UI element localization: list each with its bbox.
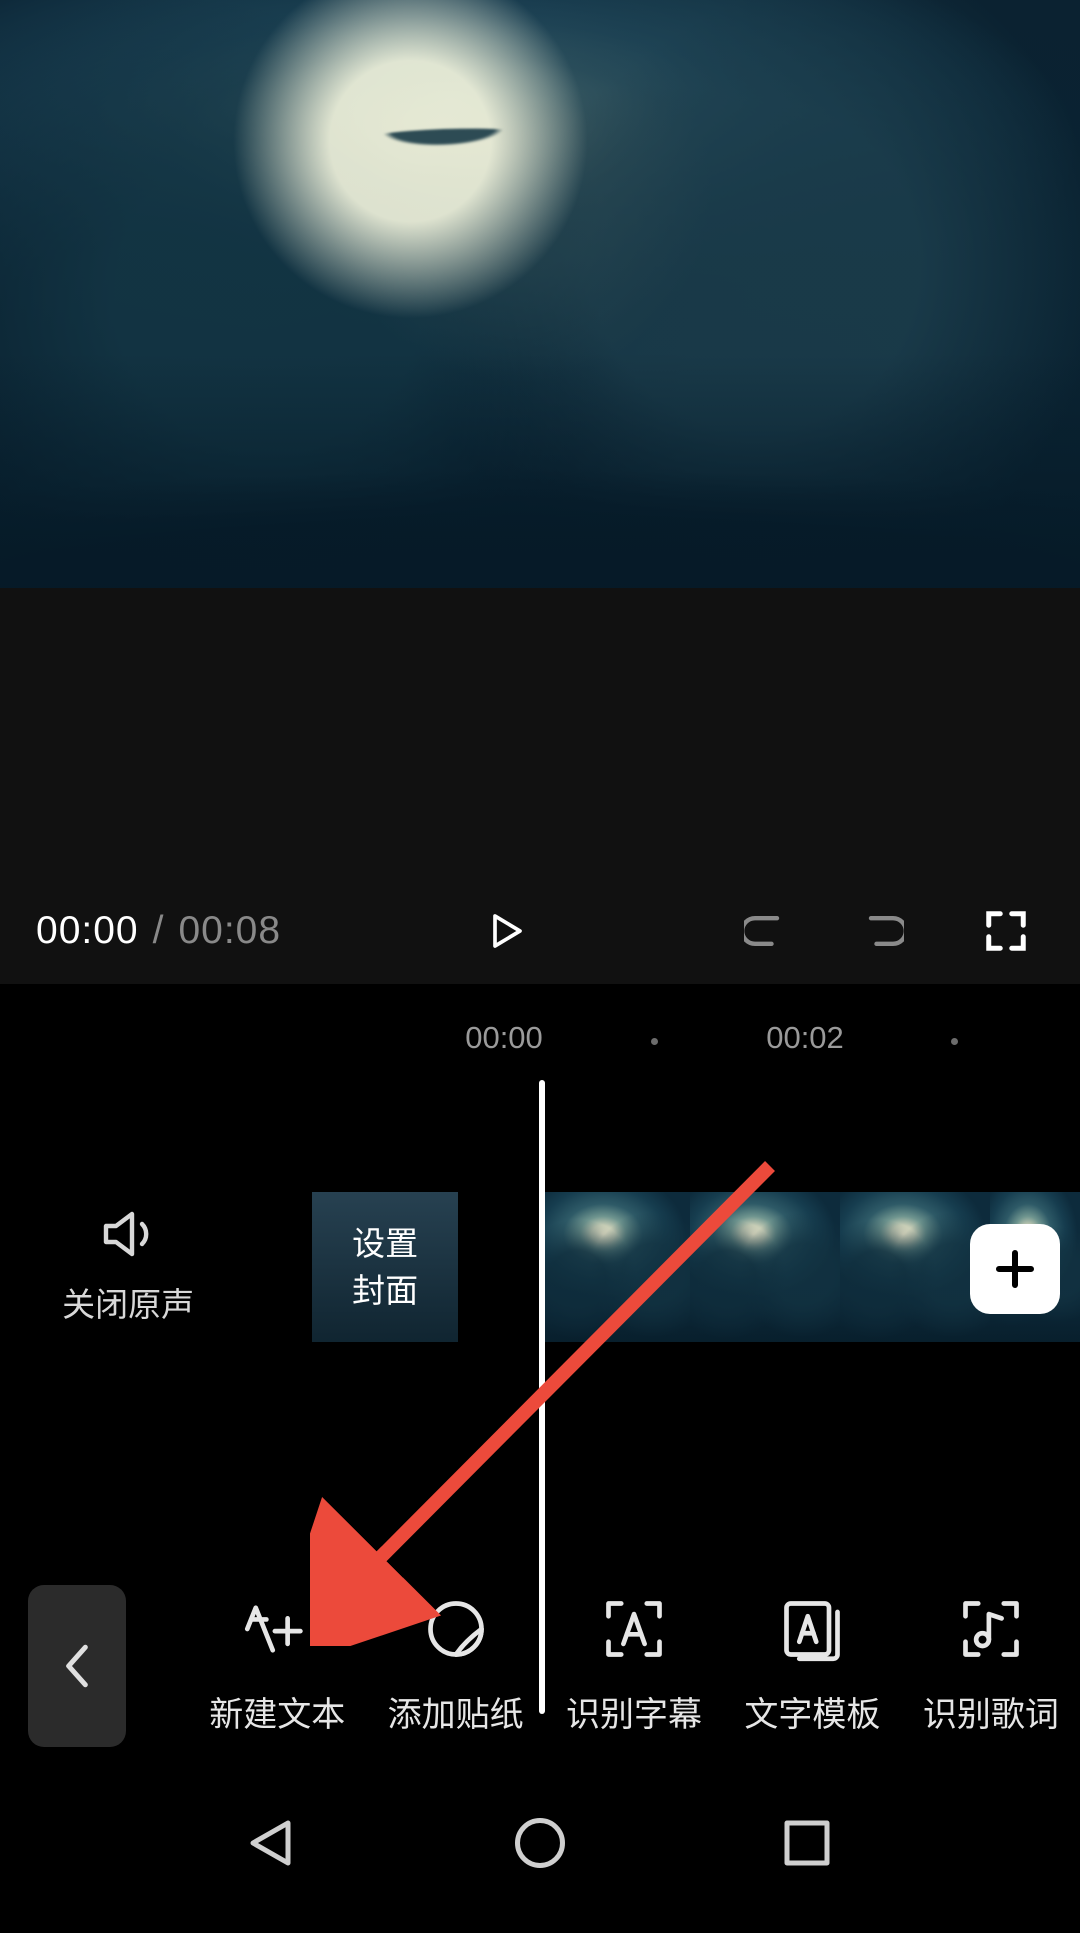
text-plus-icon [243, 1595, 311, 1663]
speaker-icon [100, 1208, 156, 1260]
plus-icon [991, 1245, 1039, 1293]
set-cover-button[interactable]: 设置 封面 [312, 1192, 458, 1342]
current-time: 00:00 [36, 909, 139, 953]
playhead[interactable] [539, 1080, 545, 1714]
square-recents-icon [777, 1813, 837, 1873]
recognize-subtitle-button[interactable]: 识别字幕 [545, 1595, 723, 1736]
system-nav-bar [0, 1758, 1080, 1933]
timeline-panel[interactable]: 00:00 00:02 关闭原声 设置 封面 [0, 984, 1080, 1674]
ruler-mark-1: 00:02 [766, 1020, 844, 1056]
undo-icon [744, 909, 788, 953]
template-a-icon [778, 1595, 846, 1663]
ruler-dot [951, 1038, 958, 1045]
ruler-mark-0: 00:00 [465, 1020, 543, 1056]
cover-label-line2: 封面 [352, 1270, 418, 1311]
tool-label: 识别字幕 [566, 1687, 702, 1736]
fullscreen-icon [983, 908, 1029, 954]
preview-decor [356, 126, 532, 152]
time-ruler: 00:00 00:02 [0, 1020, 1080, 1064]
video-preview[interactable] [0, 0, 1080, 588]
redo-button[interactable] [844, 893, 920, 969]
mute-original-audio-button[interactable]: 关闭原声 [0, 1208, 256, 1326]
scan-music-icon [957, 1595, 1025, 1663]
back-button[interactable] [28, 1585, 126, 1747]
system-back-button[interactable] [243, 1813, 303, 1878]
play-button[interactable] [467, 893, 543, 969]
tool-label: 识别歌词 [923, 1687, 1059, 1736]
recognize-lyrics-button[interactable]: 识别歌词 [902, 1595, 1080, 1736]
fullscreen-button[interactable] [968, 893, 1044, 969]
triangle-back-icon [243, 1813, 303, 1873]
circle-home-icon [510, 1813, 570, 1873]
add-sticker-button[interactable]: 添加贴纸 [366, 1595, 544, 1736]
clip-thumbnail[interactable] [690, 1192, 840, 1342]
mute-label: 关闭原声 [62, 1278, 194, 1326]
system-home-button[interactable] [510, 1813, 570, 1878]
text-template-button[interactable]: 文字模板 [723, 1595, 901, 1736]
preview-padding [0, 588, 1080, 888]
tool-label: 新建文本 [209, 1687, 345, 1736]
scan-a-icon [600, 1595, 668, 1663]
total-duration: 00:08 [178, 909, 281, 953]
sticker-icon [422, 1595, 490, 1663]
playback-bar: 00:00 / 00:08 [0, 888, 1080, 984]
redo-icon [860, 909, 904, 953]
chevron-left-icon [60, 1641, 94, 1691]
system-recents-button[interactable] [777, 1813, 837, 1878]
cover-label-line1: 设置 [352, 1223, 418, 1264]
play-icon [485, 911, 525, 951]
new-text-button[interactable]: 新建文本 [188, 1595, 366, 1736]
ruler-dot [651, 1038, 658, 1045]
timecode: 00:00 / 00:08 [36, 909, 281, 953]
clip-thumbnail[interactable] [840, 1192, 990, 1342]
undo-button[interactable] [728, 893, 804, 969]
clip-thumbnail[interactable] [540, 1192, 690, 1342]
tool-label: 文字模板 [744, 1687, 880, 1736]
add-clip-button[interactable] [970, 1224, 1060, 1314]
tool-label: 添加贴纸 [388, 1687, 524, 1736]
time-separator: / [153, 909, 165, 953]
